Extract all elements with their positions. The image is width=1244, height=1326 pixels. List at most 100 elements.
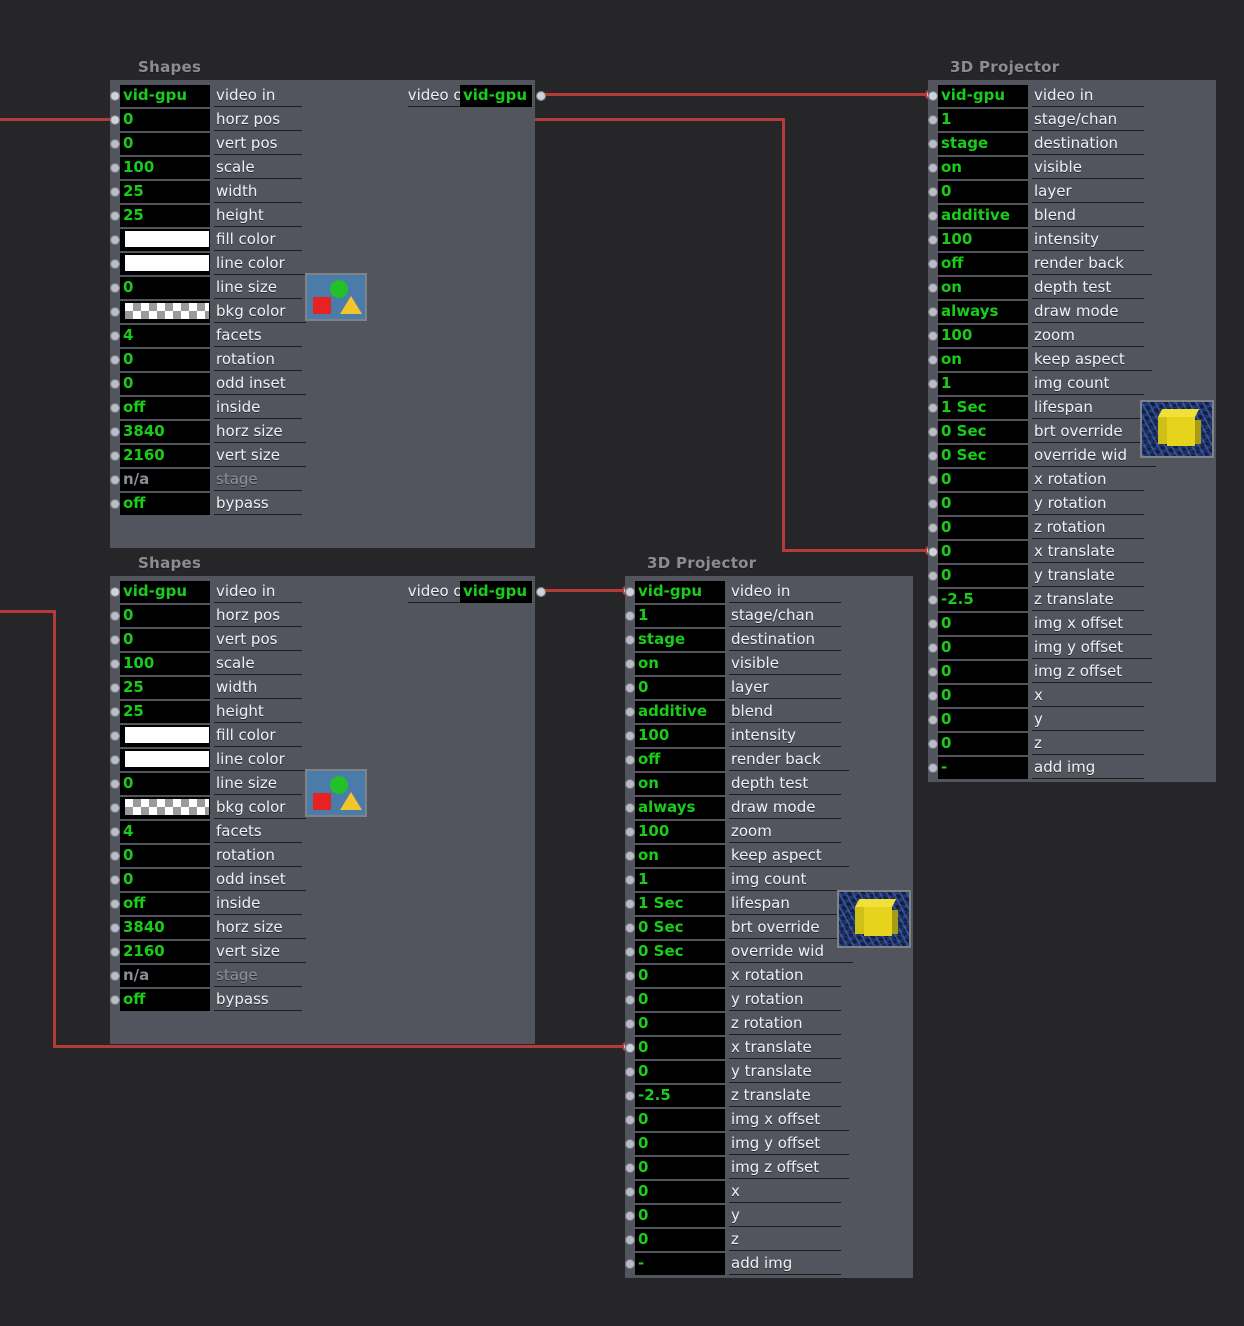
color-swatch-field[interactable] [120, 301, 210, 323]
value-field[interactable]: 25 [120, 205, 210, 227]
value-field[interactable]: -2.5 [635, 1085, 725, 1107]
row-video-out[interactable]: video out vid-gpu [372, 580, 546, 604]
value-field[interactable]: 0 [120, 277, 210, 299]
port-dot[interactable] [928, 211, 938, 221]
value-field[interactable]: 0 [938, 541, 1028, 563]
value-field[interactable]: 25 [120, 701, 210, 723]
value-field[interactable]: 100 [938, 229, 1028, 251]
value-field[interactable]: on [635, 845, 725, 867]
value-field[interactable]: vid-gpu [460, 85, 532, 107]
color-swatch-field[interactable] [120, 725, 210, 747]
port-dot[interactable] [625, 947, 635, 957]
row-zoom[interactable]: 100 zoom [928, 324, 1158, 348]
row-x-rotation[interactable]: 0 x rotation [625, 964, 855, 988]
port-dot[interactable] [625, 1067, 635, 1077]
port-dot[interactable] [625, 923, 635, 933]
port-dot[interactable] [110, 923, 120, 933]
value-field[interactable]: 0 Sec [938, 421, 1028, 443]
port-dot[interactable] [625, 899, 635, 909]
port-dot[interactable] [928, 355, 938, 365]
port-dot[interactable] [928, 139, 938, 149]
row-brt-override[interactable]: 0 Sec brt override [928, 420, 1158, 444]
row-keep-aspect[interactable]: on keep aspect [928, 348, 1158, 372]
value-field[interactable]: off [938, 253, 1028, 275]
value-field[interactable]: 0 [635, 1181, 725, 1203]
row-z-translate[interactable]: -2.5 z translate [928, 588, 1158, 612]
row-fill-color[interactable]: fill color [110, 724, 400, 748]
port-dot[interactable] [625, 875, 635, 885]
value-field[interactable]: 4 [120, 325, 210, 347]
row-horz-pos[interactable]: 0 horz pos [110, 108, 400, 132]
port-dot[interactable] [625, 587, 635, 597]
port-dot[interactable] [928, 307, 938, 317]
value-field[interactable]: n/a [120, 965, 210, 987]
port-dot[interactable] [928, 283, 938, 293]
value-field[interactable]: 1 Sec [938, 397, 1028, 419]
port-dot[interactable] [110, 851, 120, 861]
row-img-count[interactable]: 1 img count [625, 868, 855, 892]
value-field[interactable]: 0 [938, 685, 1028, 707]
value-field[interactable]: off [120, 989, 210, 1011]
row-visible[interactable]: on visible [625, 652, 855, 676]
port-dot[interactable] [625, 1235, 635, 1245]
port-dot[interactable] [928, 643, 938, 653]
value-field[interactable]: on [635, 653, 725, 675]
cube-preview-thumbnail[interactable] [1140, 400, 1214, 458]
port-dot[interactable] [625, 971, 635, 981]
value-field[interactable]: on [938, 157, 1028, 179]
port-dot[interactable] [625, 851, 635, 861]
row-scale[interactable]: 100 scale [110, 652, 400, 676]
row-intensity[interactable]: 100 intensity [625, 724, 855, 748]
row-facets[interactable]: 4 facets [110, 324, 400, 348]
value-field[interactable]: on [938, 277, 1028, 299]
row-video-in[interactable]: vid-gpu video in [110, 84, 400, 108]
value-field[interactable]: 3840 [120, 917, 210, 939]
row-z-translate[interactable]: -2.5 z translate [625, 1084, 855, 1108]
port-dot[interactable] [625, 611, 635, 621]
value-field[interactable]: always [635, 797, 725, 819]
row-stage[interactable]: n/a stage [110, 964, 400, 988]
row-y-translate[interactable]: 0 y translate [928, 564, 1158, 588]
value-field[interactable]: - [635, 1253, 725, 1275]
row-x-translate[interactable]: 0 x translate [928, 540, 1158, 564]
value-field[interactable]: 0 [635, 1013, 725, 1035]
line-color-swatch[interactable] [125, 751, 209, 767]
port-dot[interactable] [928, 763, 938, 773]
row-x-translate[interactable]: 0 x translate [625, 1036, 855, 1060]
row-layer[interactable]: 0 layer [625, 676, 855, 700]
value-field[interactable]: 0 [635, 1037, 725, 1059]
row-z-rotation[interactable]: 0 z rotation [928, 516, 1158, 540]
value-field[interactable]: 2160 [120, 445, 210, 467]
port-dot[interactable] [928, 379, 938, 389]
value-field[interactable]: vid-gpu [635, 581, 725, 603]
value-field[interactable]: 0 [120, 349, 210, 371]
value-field[interactable]: 100 [635, 725, 725, 747]
row-visible[interactable]: on visible [928, 156, 1158, 180]
row-vert-size[interactable]: 2160 vert size [110, 444, 400, 468]
value-field[interactable]: 0 [120, 605, 210, 627]
color-swatch-field[interactable] [120, 253, 210, 275]
row-horz-size[interactable]: 3840 horz size [110, 420, 400, 444]
row-video-out[interactable]: video out vid-gpu [372, 84, 546, 108]
port-dot[interactable] [928, 403, 938, 413]
port-dot[interactable] [928, 619, 938, 629]
row-video-in[interactable]: vid-gpu video in [110, 580, 400, 604]
value-field[interactable]: 0 [635, 1229, 725, 1251]
row-vert-pos[interactable]: 0 vert pos [110, 132, 400, 156]
row-z-rotation[interactable]: 0 z rotation [625, 1012, 855, 1036]
value-field[interactable]: on [635, 773, 725, 795]
row-add-img[interactable]: - add img [625, 1252, 855, 1276]
value-field[interactable]: 0 [938, 517, 1028, 539]
port-dot[interactable] [625, 635, 635, 645]
port-dot[interactable] [625, 803, 635, 813]
port-dot[interactable] [625, 731, 635, 741]
port-dot[interactable] [625, 1091, 635, 1101]
value-field[interactable]: 3840 [120, 421, 210, 443]
value-field[interactable]: -2.5 [938, 589, 1028, 611]
value-field[interactable]: 0 [938, 565, 1028, 587]
value-field[interactable]: 0 [938, 733, 1028, 755]
row-depth-test[interactable]: on depth test [625, 772, 855, 796]
port-dot[interactable] [928, 115, 938, 125]
value-field[interactable]: 1 [938, 109, 1028, 131]
row-img-y-offset[interactable]: 0 img y offset [625, 1132, 855, 1156]
